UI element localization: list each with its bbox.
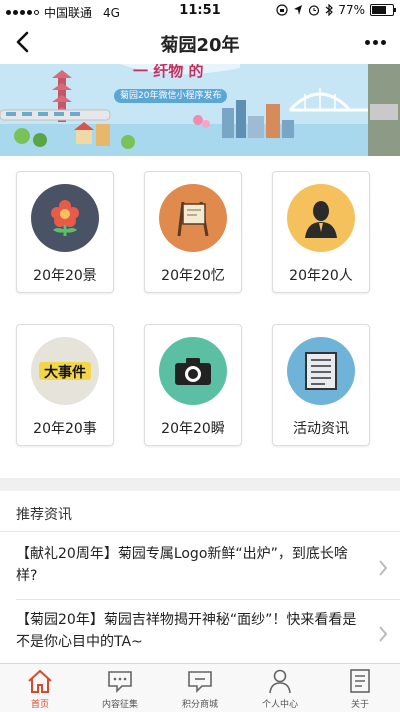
recommended-header: 推荐资讯	[16, 507, 72, 523]
tab-label: 积分商城	[181, 700, 218, 710]
tab-label: 内容征集	[101, 700, 138, 710]
nav-bar: 菊园20年	[0, 22, 400, 64]
camera-icon	[175, 358, 211, 385]
grid-item-label: 20年20景	[33, 268, 97, 284]
tab-label: 个人中心	[261, 700, 298, 710]
icon-circle	[159, 337, 227, 405]
list-item[interactable]: 【献礼20周年】菊园专属Logo新鲜“出炉”，到底长啥样?	[0, 541, 400, 597]
status-right: 77%	[276, 3, 396, 17]
big-event-icon: 大事件	[39, 362, 91, 381]
location-icon	[294, 5, 303, 15]
battery-percent: 77%	[338, 3, 365, 17]
more-options-button[interactable]	[360, 28, 390, 56]
divider	[0, 531, 400, 532]
tab-home[interactable]: 首页	[0, 664, 80, 712]
tab-bar: 首页 内容征集 积分商城 个人中心 关于	[0, 663, 400, 712]
grid-item-memories[interactable]: 20年20忆	[144, 171, 242, 293]
news-title: 【菊园20年】菊园吉祥物揭开神秘“面纱”！快来看看是不是你心目中的TA~	[16, 612, 357, 650]
grid-item-label: 活动资讯	[293, 421, 349, 437]
svg-text:一 纤物 的: 一 纤物 的	[133, 64, 203, 80]
document-icon	[350, 669, 370, 693]
grid-item-label: 20年20人	[289, 268, 353, 284]
page-title: 菊园20年	[160, 35, 240, 56]
bluetooth-icon	[325, 4, 334, 16]
grid-item-scenery[interactable]: 20年20景	[16, 171, 114, 293]
tab-label: 关于	[350, 700, 369, 710]
easel-icon	[177, 201, 209, 237]
flower-icon	[51, 200, 79, 236]
battery-icon	[370, 4, 396, 16]
grid-item-label: 20年20瞬	[161, 421, 225, 437]
news-title: 【献礼20周年】菊园专属Logo新鲜“出炉”，到底长啥样?	[16, 546, 348, 584]
tab-content-collection[interactable]: 内容征集	[80, 664, 160, 712]
train-icon	[0, 109, 111, 121]
status-bar: 中国联通 4G 11:51 77%	[0, 0, 400, 22]
banner[interactable]: 一 纤物 的 菊园20年微信小程序发布	[0, 64, 400, 156]
home-icon	[28, 669, 52, 693]
grid-item-moments[interactable]: 20年20瞬	[144, 324, 242, 446]
person-icon	[305, 201, 337, 238]
chevron-right-icon	[379, 560, 388, 576]
category-grid: 20年20景 20年20忆 20年20人 大事件 20年20事 20年20瞬 活…	[0, 156, 400, 478]
user-icon	[269, 669, 291, 694]
grid-item-label: 20年20事	[33, 421, 97, 437]
alarm-icon	[309, 5, 320, 16]
tab-about[interactable]: 关于	[320, 664, 400, 712]
chat-icon	[108, 671, 132, 693]
divider	[16, 599, 400, 600]
banner-illustration: 一 纤物 的	[0, 64, 400, 156]
grid-item-people[interactable]: 20年20人	[272, 171, 370, 293]
icon-circle	[31, 184, 99, 252]
icon-circle: 大事件	[31, 337, 99, 405]
icon-circle	[287, 337, 355, 405]
recommended-section: 推荐资讯 【献礼20周年】菊园专属Logo新鲜“出炉”，到底长啥样? 【菊园20…	[0, 491, 400, 663]
rotation-lock-icon	[276, 4, 288, 16]
grid-item-events[interactable]: 大事件 20年20事	[16, 324, 114, 446]
grid-item-news[interactable]: 活动资讯	[272, 324, 370, 446]
tab-personal-center[interactable]: 个人中心	[240, 664, 320, 712]
tab-points-mall[interactable]: 积分商城	[160, 664, 240, 712]
tab-label: 首页	[30, 700, 49, 710]
chevron-right-icon	[379, 626, 388, 642]
more-dots-icon	[364, 39, 370, 45]
banner-caption: 菊园20年微信小程序发布	[114, 89, 228, 103]
list-item[interactable]: 【菊园20年】菊园吉祥物揭开神秘“面纱”！快来看看是不是你心目中的TA~	[0, 607, 400, 663]
grid-item-label: 20年20忆	[161, 268, 225, 284]
svg-text:大事件: 大事件	[44, 364, 86, 381]
newspaper-icon	[305, 352, 337, 390]
icon-circle	[287, 184, 355, 252]
mall-icon	[188, 671, 212, 693]
icon-circle	[159, 184, 227, 252]
